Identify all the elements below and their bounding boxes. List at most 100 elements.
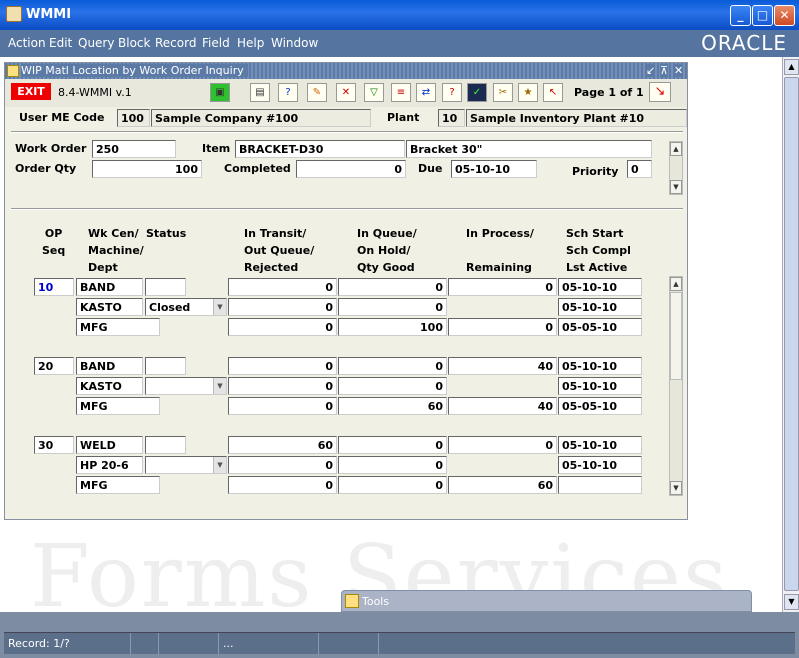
op-seq-field[interactable]: 30: [34, 436, 74, 454]
sch-date-field[interactable]: 05-10-10: [558, 377, 642, 395]
tools-window[interactable]: Tools: [341, 590, 752, 612]
sch-date-field[interactable]: 05-10-10: [558, 357, 642, 375]
in-queue-field[interactable]: 0: [338, 476, 447, 494]
detail-scroll-down[interactable]: ▼: [670, 481, 682, 495]
edit-icon[interactable]: ✎: [307, 83, 327, 102]
menu-window[interactable]: Window: [271, 36, 318, 50]
status-select[interactable]: Closed ▼: [145, 298, 227, 316]
in-queue-field[interactable]: 0: [338, 377, 447, 395]
work-center-field[interactable]: BAND: [76, 357, 143, 375]
detail-scroll-up[interactable]: ▲: [670, 277, 682, 291]
exit-button[interactable]: EXIT: [11, 83, 51, 100]
select-icon[interactable]: ✓: [467, 83, 487, 102]
in-process-field[interactable]: 0: [448, 436, 557, 454]
op-seq-field[interactable]: 10: [34, 278, 74, 296]
menu-record[interactable]: Record: [155, 36, 196, 50]
in-transit-field[interactable]: 0: [228, 476, 337, 494]
filter-icon[interactable]: ▽: [364, 83, 384, 102]
in-queue-field[interactable]: 100: [338, 318, 447, 336]
in-transit-field[interactable]: 0: [228, 318, 337, 336]
work-center-field[interactable]: KASTO: [76, 298, 143, 316]
header-scroll-down[interactable]: ▼: [670, 180, 682, 194]
in-process-field[interactable]: 0: [448, 278, 557, 296]
form-close-icon[interactable]: ✕: [674, 64, 684, 77]
menu-action[interactable]: Action: [8, 36, 46, 50]
print-icon[interactable]: ▤: [250, 83, 270, 102]
in-queue-field[interactable]: 0: [338, 357, 447, 375]
menu-help[interactable]: Help: [237, 36, 264, 50]
op-seq-field[interactable]: 20: [34, 357, 74, 375]
in-queue-field[interactable]: 0: [338, 298, 447, 316]
menu-block[interactable]: Block: [118, 36, 150, 50]
sch-date-field[interactable]: 05-05-10: [558, 397, 642, 415]
close-button[interactable]: ✕: [774, 5, 795, 26]
status-select[interactable]: ▼: [145, 377, 227, 395]
in-queue-field[interactable]: 60: [338, 397, 447, 415]
work-order-field[interactable]: 250: [92, 140, 176, 158]
tools-icon[interactable]: ✂: [493, 83, 513, 102]
in-queue-field[interactable]: 0: [338, 436, 447, 454]
workspace-scrollbar[interactable]: ▲ ▼: [782, 57, 799, 612]
minimize-button[interactable]: _: [730, 5, 751, 26]
work-center-field[interactable]: KASTO: [76, 377, 143, 395]
work-center-field[interactable]: WELD: [76, 436, 143, 454]
work-center-field[interactable]: HP 20-6: [76, 456, 143, 474]
header-scroll-up[interactable]: ▲: [670, 142, 682, 156]
wizard-icon[interactable]: ★: [518, 83, 538, 102]
form-maximize-icon[interactable]: ⊼: [660, 64, 669, 77]
chevron-down-icon[interactable]: ▼: [213, 457, 226, 473]
in-transit-field[interactable]: 0: [228, 357, 337, 375]
menu-field[interactable]: Field: [202, 36, 230, 50]
in-transit-field[interactable]: 0: [228, 377, 337, 395]
item-field[interactable]: BRACKET-D30: [235, 140, 405, 158]
in-process-field[interactable]: 40: [448, 357, 557, 375]
item-description-field[interactable]: Bracket 30": [406, 140, 652, 158]
work-center-field[interactable]: MFG: [76, 476, 160, 494]
save-icon[interactable]: ▣: [210, 83, 230, 102]
order-qty-field[interactable]: 100: [92, 160, 202, 178]
work-center-field[interactable]: MFG: [76, 397, 160, 415]
priority-field[interactable]: 0: [627, 160, 652, 178]
in-process-field[interactable]: 40: [448, 397, 557, 415]
next-page-icon[interactable]: ↘: [649, 82, 671, 102]
in-transit-field[interactable]: 0: [228, 278, 337, 296]
sch-date-field[interactable]: 05-10-10: [558, 278, 642, 296]
sch-date-field[interactable]: 05-10-10: [558, 456, 642, 474]
sch-date-field[interactable]: 05-05-10: [558, 318, 642, 336]
status-field[interactable]: [145, 278, 186, 296]
help-icon[interactable]: ?: [442, 83, 462, 102]
back-icon[interactable]: ↖: [543, 83, 563, 102]
scroll-down-button[interactable]: ▼: [784, 594, 799, 610]
report-icon[interactable]: ≡: [391, 83, 411, 102]
detail-scrollbar[interactable]: ▲ ▼: [669, 276, 683, 496]
scroll-up-button[interactable]: ▲: [784, 59, 799, 75]
status-select[interactable]: ▼: [145, 456, 227, 474]
navigate-icon[interactable]: ⇄: [416, 83, 436, 102]
in-transit-field[interactable]: 0: [228, 298, 337, 316]
query-help-icon[interactable]: ?: [278, 83, 298, 102]
status-field[interactable]: [145, 357, 186, 375]
sch-date-field[interactable]: [558, 476, 642, 494]
sch-date-field[interactable]: 05-10-10: [558, 298, 642, 316]
in-transit-field[interactable]: 0: [228, 397, 337, 415]
work-center-field[interactable]: MFG: [76, 318, 160, 336]
header-scrollbar[interactable]: ▲ ▼: [669, 141, 683, 195]
work-center-field[interactable]: BAND: [76, 278, 143, 296]
in-transit-field[interactable]: 0: [228, 456, 337, 474]
chevron-down-icon[interactable]: ▼: [213, 299, 226, 315]
detail-scroll-thumb[interactable]: [670, 292, 682, 380]
in-transit-field[interactable]: 60: [228, 436, 337, 454]
in-process-field[interactable]: 60: [448, 476, 557, 494]
completed-field[interactable]: 0: [296, 160, 406, 178]
due-field[interactable]: 05-10-10: [451, 160, 537, 178]
in-process-field[interactable]: 0: [448, 318, 557, 336]
menu-edit[interactable]: Edit: [49, 36, 72, 50]
menu-query[interactable]: Query: [78, 36, 114, 50]
sch-date-field[interactable]: 05-10-10: [558, 436, 642, 454]
form-minimize-icon[interactable]: ↙: [646, 64, 656, 77]
in-queue-field[interactable]: 0: [338, 278, 447, 296]
chevron-down-icon[interactable]: ▼: [213, 378, 226, 394]
status-field[interactable]: [145, 436, 186, 454]
in-queue-field[interactable]: 0: [338, 456, 447, 474]
delete-icon[interactable]: ✕: [336, 83, 356, 102]
